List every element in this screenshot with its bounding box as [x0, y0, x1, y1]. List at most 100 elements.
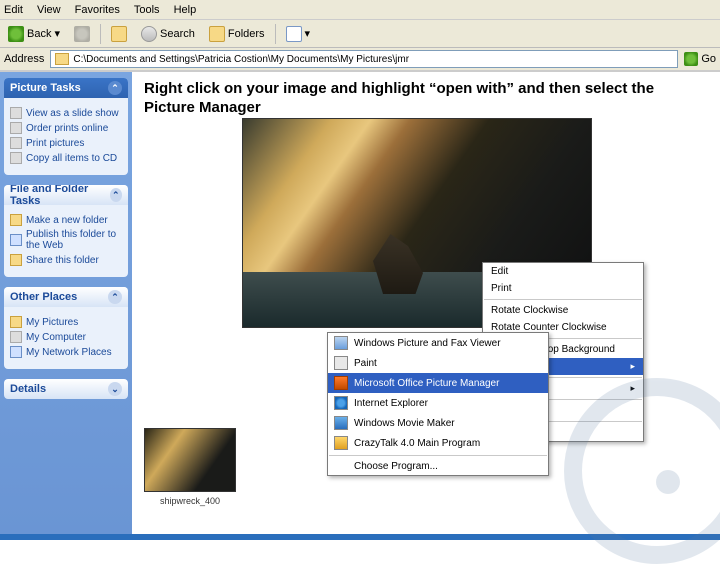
- address-bar: Address C:\Documents and Settings\Patric…: [0, 48, 720, 72]
- toolbar: Back ▾ Search Folders ▾: [0, 20, 720, 48]
- network-icon: [10, 346, 22, 358]
- file-folder-tasks-title: File and Folder Tasks: [10, 185, 110, 207]
- picture-manager-icon: [334, 376, 348, 390]
- menu-help[interactable]: Help: [174, 4, 197, 16]
- thumbnail-image: [144, 428, 236, 492]
- thumbnail-label: shipwreck_400: [140, 496, 240, 506]
- app-label: CrazyTalk 4.0 Main Program: [354, 438, 480, 449]
- views-button[interactable]: ▾: [282, 24, 315, 44]
- pictures-icon: [10, 316, 22, 328]
- toolbar-separator: [100, 24, 101, 44]
- menu-tools[interactable]: Tools: [134, 4, 160, 16]
- app-internet-explorer[interactable]: Internet Explorer: [328, 393, 548, 413]
- folder-icon: [55, 53, 69, 65]
- ctx-label: Rotate Clockwise: [491, 305, 568, 316]
- back-button[interactable]: Back ▾: [4, 24, 64, 44]
- menu-separator: [329, 455, 547, 456]
- other-places-panel: Other Places ⌃ My Pictures My Computer M…: [4, 287, 128, 369]
- task-order-prints[interactable]: Order prints online: [10, 122, 122, 134]
- views-dropdown-icon: ▾: [305, 27, 311, 40]
- views-icon: [286, 26, 302, 42]
- app-choose-program[interactable]: Choose Program...: [328, 458, 548, 475]
- instruction-text: Right click on your image and highlight …: [144, 80, 708, 118]
- forward-icon: [74, 26, 90, 42]
- ctx-edit[interactable]: Edit: [483, 263, 643, 280]
- search-icon: [141, 26, 157, 42]
- task-print[interactable]: Print pictures: [10, 137, 122, 149]
- picture-tasks-header[interactable]: Picture Tasks ⌃: [4, 78, 128, 98]
- place-label: My Network Places: [26, 347, 112, 358]
- search-label: Search: [160, 28, 195, 40]
- place-label: My Pictures: [26, 317, 78, 328]
- place-label: My Computer: [26, 332, 86, 343]
- menu-favorites[interactable]: Favorites: [75, 4, 120, 16]
- search-button[interactable]: Search: [137, 24, 199, 44]
- forward-button[interactable]: [70, 24, 94, 44]
- back-icon: [8, 26, 24, 42]
- app-picture-manager[interactable]: Microsoft Office Picture Manager: [328, 373, 548, 393]
- task-label: Print pictures: [26, 138, 84, 149]
- ctx-rotate-cw[interactable]: Rotate Clockwise: [483, 302, 643, 319]
- share-icon: [10, 254, 22, 266]
- computer-icon: [10, 331, 22, 343]
- menu-separator: [484, 299, 642, 300]
- ctx-print[interactable]: Print: [483, 280, 643, 297]
- content-area: Right click on your image and highlight …: [132, 72, 720, 534]
- app-label: Paint: [354, 358, 377, 369]
- print-icon: [10, 137, 22, 149]
- app-paint[interactable]: Paint: [328, 353, 548, 373]
- up-button[interactable]: [107, 24, 131, 44]
- app-label: Windows Movie Maker: [354, 418, 455, 429]
- toolbar-separator: [275, 24, 276, 44]
- back-label: Back: [27, 28, 51, 40]
- collapse-icon: ⌃: [110, 188, 122, 202]
- place-network[interactable]: My Network Places: [10, 346, 122, 358]
- address-input[interactable]: C:\Documents and Settings\Patricia Costi…: [50, 50, 678, 68]
- menu-edit[interactable]: Edit: [4, 4, 23, 16]
- task-label: View as a slide show: [26, 108, 119, 119]
- picture-fax-viewer-icon: [334, 336, 348, 350]
- publish-icon: [10, 234, 22, 246]
- back-dropdown-icon: ▾: [54, 27, 60, 40]
- task-label: Make a new folder: [26, 215, 108, 226]
- expand-icon: ⌄: [108, 382, 122, 396]
- app-label: Microsoft Office Picture Manager: [354, 378, 499, 389]
- other-places-title: Other Places: [10, 291, 77, 303]
- up-icon: [111, 26, 127, 42]
- task-copy-cd[interactable]: Copy all items to CD: [10, 152, 122, 164]
- go-button[interactable]: Go: [684, 52, 716, 66]
- cd-icon: [10, 152, 22, 164]
- app-movie-maker[interactable]: Windows Movie Maker: [328, 413, 548, 433]
- task-share[interactable]: Share this folder: [10, 254, 122, 266]
- app-picture-fax-viewer[interactable]: Windows Picture and Fax Viewer: [328, 333, 548, 353]
- address-label: Address: [4, 53, 44, 65]
- menu-view[interactable]: View: [37, 4, 61, 16]
- picture-tasks-panel: Picture Tasks ⌃ View as a slide show Ord…: [4, 78, 128, 175]
- folders-button[interactable]: Folders: [205, 24, 269, 44]
- task-publish[interactable]: Publish this folder to the Web: [10, 229, 122, 251]
- picture-tasks-title: Picture Tasks: [10, 82, 81, 94]
- movie-maker-icon: [334, 416, 348, 430]
- place-my-computer[interactable]: My Computer: [10, 331, 122, 343]
- go-label: Go: [701, 53, 716, 65]
- app-label: Internet Explorer: [354, 398, 428, 409]
- task-new-folder[interactable]: Make a new folder: [10, 214, 122, 226]
- other-places-header[interactable]: Other Places ⌃: [4, 287, 128, 307]
- app-label: Windows Picture and Fax Viewer: [354, 338, 501, 349]
- open-with-submenu: Windows Picture and Fax Viewer Paint Mic…: [327, 332, 549, 476]
- menu-bar: Edit View Favorites Tools Help: [0, 0, 720, 20]
- place-my-pictures[interactable]: My Pictures: [10, 316, 122, 328]
- details-title: Details: [10, 383, 46, 395]
- details-panel: Details ⌄: [4, 379, 128, 399]
- details-header[interactable]: Details ⌄: [4, 379, 128, 399]
- task-label: Copy all items to CD: [26, 153, 117, 164]
- app-crazytalk[interactable]: CrazyTalk 4.0 Main Program: [328, 433, 548, 453]
- submenu-arrow-icon: ▸: [630, 361, 635, 372]
- address-path: C:\Documents and Settings\Patricia Costi…: [73, 54, 409, 65]
- file-folder-tasks-header[interactable]: File and Folder Tasks ⌃: [4, 185, 128, 205]
- task-slideshow[interactable]: View as a slide show: [10, 107, 122, 119]
- ctx-label: Edit: [491, 266, 508, 277]
- collapse-icon: ⌃: [108, 290, 122, 304]
- file-thumbnail[interactable]: shipwreck_400: [140, 428, 240, 506]
- folders-label: Folders: [228, 28, 265, 40]
